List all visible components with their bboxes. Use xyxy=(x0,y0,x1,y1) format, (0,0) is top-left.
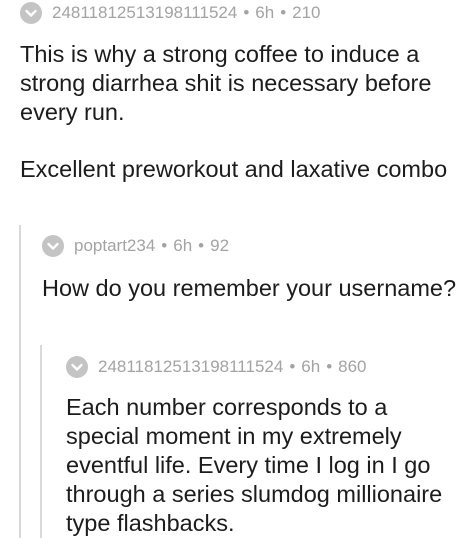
comment-meta: poptart234 • 6h • 92 xyxy=(42,235,229,257)
thread-line[interactable] xyxy=(40,345,42,538)
comment-body: How do you remember your username? xyxy=(42,274,462,303)
comment-paragraph: Excellent preworkout and laxative combo xyxy=(20,156,448,182)
meta-separator: • xyxy=(326,357,333,376)
comment-body: This is why a strong coffee to induce a … xyxy=(20,40,460,184)
meta-separator: • xyxy=(198,236,205,255)
comment-score: 860 xyxy=(338,357,367,376)
comment-score: 210 xyxy=(292,3,321,22)
comment-paragraph: This is why a strong coffee to induce a … xyxy=(20,41,432,125)
comment-score: 92 xyxy=(210,236,230,255)
meta-separator: • xyxy=(243,3,250,22)
thread-line[interactable] xyxy=(19,225,21,538)
comment-meta: 24811812513198111524 • 6h • 860 xyxy=(66,356,367,378)
meta-separator: • xyxy=(161,236,168,255)
comment-meta: 24811812513198111524 • 6h • 210 xyxy=(20,2,321,24)
comment-username[interactable]: poptart234 xyxy=(74,236,155,256)
comment-paragraph: Each number corresponds to a special mom… xyxy=(66,394,443,536)
chevron-down-circle-icon[interactable] xyxy=(42,235,64,257)
comment-body: Each number corresponds to a special mom… xyxy=(66,393,466,538)
comment-paragraph: How do you remember your username? xyxy=(42,275,457,301)
comment-age: 6h xyxy=(301,357,321,376)
comment-age: 6h xyxy=(255,3,275,22)
chevron-down-circle-icon[interactable] xyxy=(66,356,88,378)
comment-age: 6h xyxy=(173,236,193,255)
meta-separator: • xyxy=(289,357,296,376)
chevron-down-circle-icon[interactable] xyxy=(20,2,42,24)
comment-username[interactable]: 24811812513198111524 xyxy=(52,3,237,23)
comment-username[interactable]: 24811812513198111524 xyxy=(98,357,283,377)
meta-separator: • xyxy=(280,3,287,22)
